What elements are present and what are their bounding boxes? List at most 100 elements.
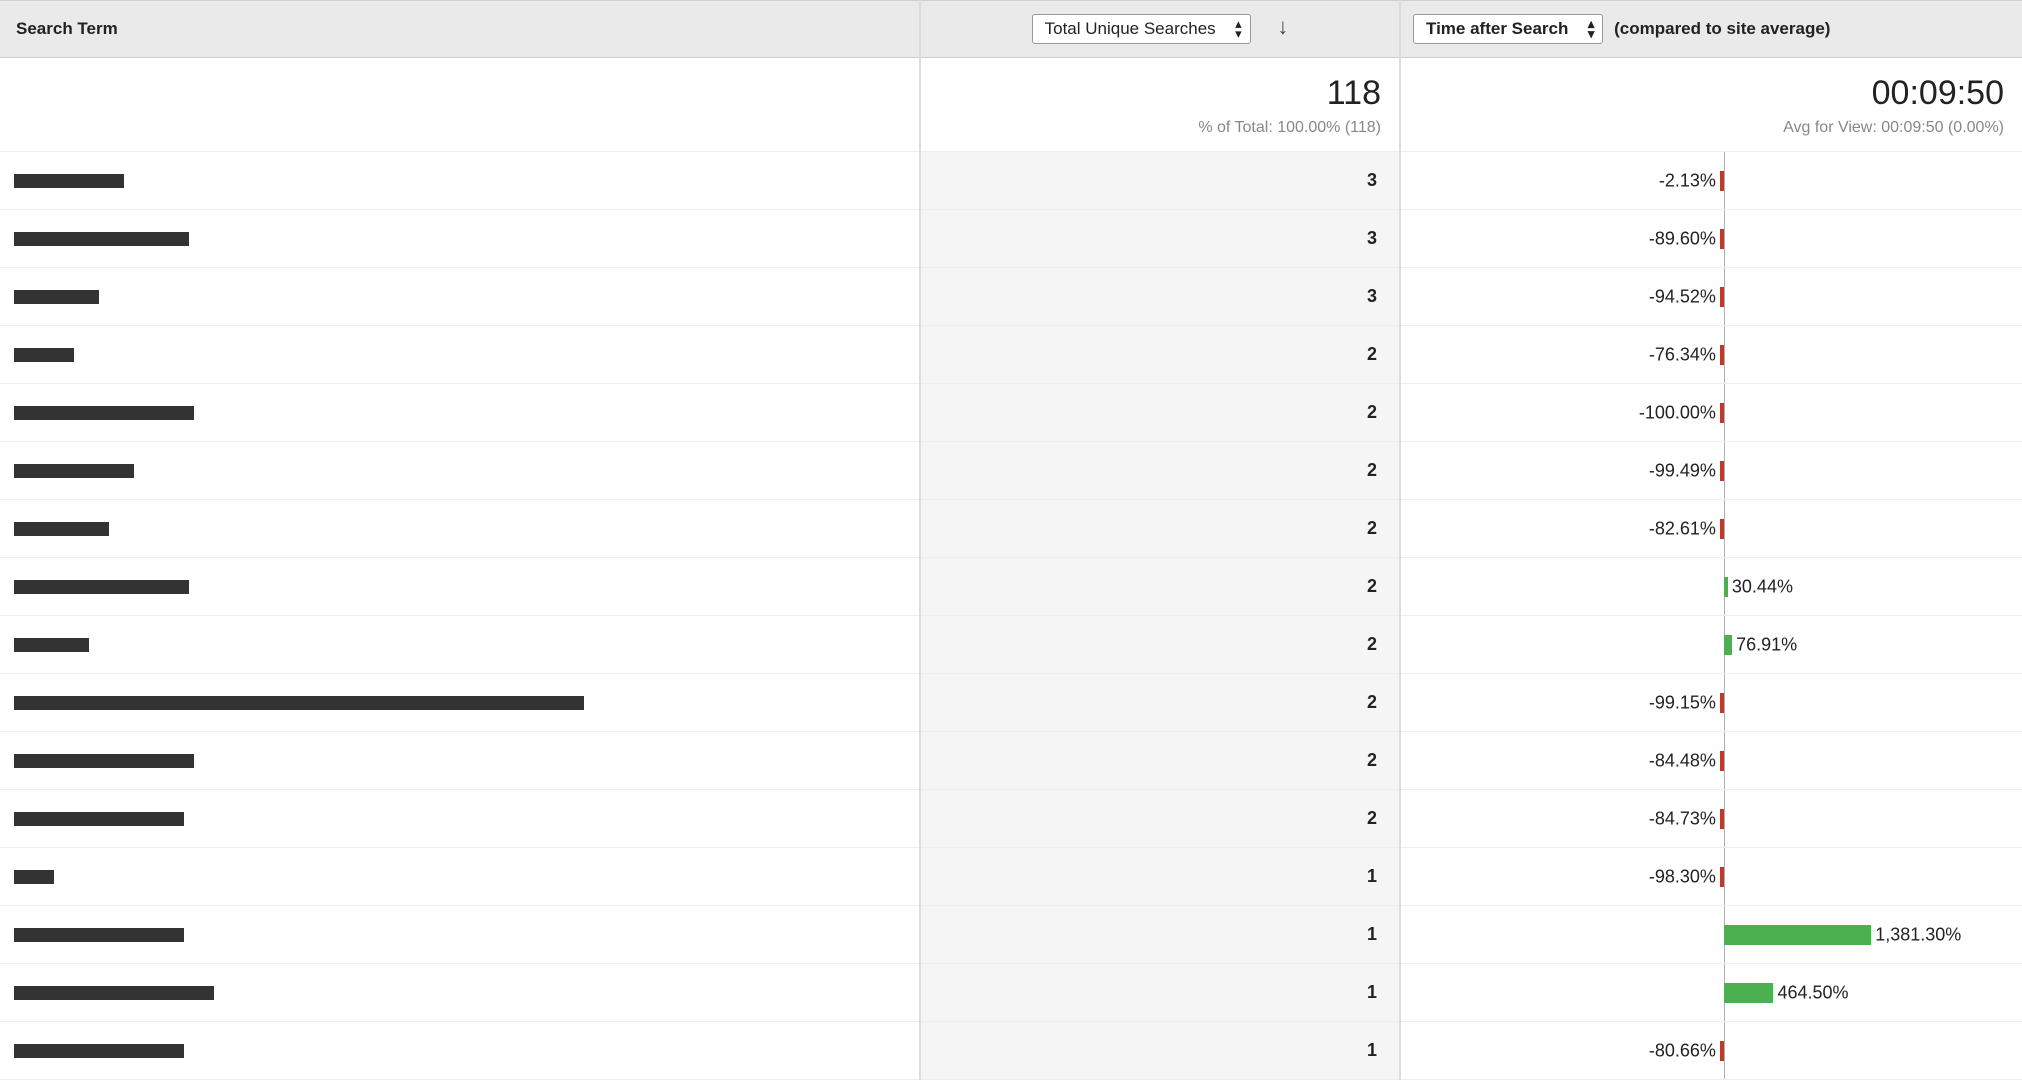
axis-line	[1724, 848, 1725, 905]
comparison-value: -99.49%	[1649, 460, 1716, 481]
comparison-value: -84.48%	[1649, 750, 1716, 771]
axis-line	[1724, 442, 1725, 499]
comparison-bar-cell: -98.30%	[1401, 848, 2022, 905]
search-term-link[interactable]	[14, 928, 184, 942]
table-header-row: Search Term Total Unique Searches ▴▾ ↓ T…	[0, 1, 2022, 58]
comparison-bar-negative	[1720, 1041, 1724, 1061]
table-row: 2 -99.49%	[0, 442, 2022, 500]
axis-line	[1724, 210, 1725, 267]
comparison-bar-negative	[1720, 229, 1724, 249]
comparison-value: -100.00%	[1639, 402, 1716, 423]
chevron-updown-icon: ▴▾	[1588, 19, 1595, 39]
unique-search-count: 1	[920, 906, 1400, 964]
unique-search-count: 2	[920, 326, 1400, 384]
table-row: 1 1,381.30%	[0, 906, 2022, 964]
comparison-bar-cell: -84.48%	[1401, 732, 2022, 789]
table-row: 1464.50%	[0, 964, 2022, 1022]
search-term-link[interactable]	[14, 290, 99, 304]
table-row: 2 30.44%	[0, 558, 2022, 616]
search-term-link[interactable]	[14, 232, 189, 246]
table-row: 2 -76.34%	[0, 326, 2022, 384]
search-term-link[interactable]	[14, 638, 89, 652]
comparison-value: -2.13%	[1659, 170, 1716, 191]
unique-search-count: 3	[920, 210, 1400, 268]
avg-time-value: 00:09:50	[1419, 74, 2004, 113]
unique-search-count: 2	[920, 500, 1400, 558]
metric-select-label: Total Unique Searches	[1045, 19, 1216, 38]
sort-descending-icon[interactable]: ↓	[1277, 14, 1288, 40]
axis-line	[1724, 268, 1725, 325]
search-term-link[interactable]	[14, 406, 194, 420]
unique-search-count: 3	[920, 152, 1400, 210]
comparison-value: 30.44%	[1732, 576, 1793, 597]
total-searches-value: 118	[939, 74, 1381, 113]
summary-row: 118 % of Total: 100.00% (118) 00:09:50 A…	[0, 58, 2022, 152]
axis-line	[1724, 500, 1725, 557]
comparison-value: 464.50%	[1777, 982, 1848, 1003]
axis-line	[1724, 326, 1725, 383]
comparison-value: 1,381.30%	[1875, 924, 1961, 945]
comparison-bar-negative	[1720, 171, 1724, 191]
comparison-bar-negative	[1720, 867, 1724, 887]
search-term-link[interactable]	[14, 522, 109, 536]
comparison-bar-negative	[1720, 345, 1724, 365]
comparison-bar-cell: 76.91%	[1401, 616, 2022, 673]
comparison-bar-cell: -76.34%	[1401, 326, 2022, 383]
axis-line	[1724, 732, 1725, 789]
comparison-bar-positive	[1724, 925, 1871, 945]
comparison-bar-cell: -89.60%	[1401, 210, 2022, 267]
total-searches-sub: % of Total: 100.00% (118)	[939, 119, 1381, 137]
table-row: 1 -98.30%	[0, 848, 2022, 906]
comparison-bar-cell: 464.50%	[1401, 964, 2022, 1021]
comparison-bar-cell: -2.13%	[1401, 152, 2022, 209]
search-term-link[interactable]	[14, 1044, 184, 1058]
unique-search-count: 2	[920, 732, 1400, 790]
metric-select[interactable]: Total Unique Searches ▴▾	[1032, 14, 1251, 44]
axis-line	[1724, 384, 1725, 441]
table-row: 2 -84.48%	[0, 732, 2022, 790]
comparison-bar-cell: -82.61%	[1401, 500, 2022, 557]
table-row: 2 -82.61%	[0, 500, 2022, 558]
unique-search-count: 3	[920, 268, 1400, 326]
search-term-link[interactable]	[14, 696, 584, 710]
comparison-bar-negative	[1720, 751, 1724, 771]
unique-search-count: 2	[920, 790, 1400, 848]
unique-search-count: 2	[920, 674, 1400, 732]
chevron-updown-icon: ▴▾	[1235, 19, 1242, 39]
comparison-bar-cell: -99.49%	[1401, 442, 2022, 499]
column-header-search-term[interactable]: Search Term	[0, 1, 920, 58]
comparison-select[interactable]: Time after Search ▴▾	[1413, 14, 1603, 44]
search-term-link[interactable]	[14, 464, 134, 478]
unique-search-count: 2	[920, 558, 1400, 616]
comparison-bar-negative	[1720, 693, 1724, 713]
unique-search-count: 1	[920, 1022, 1400, 1080]
axis-line	[1724, 674, 1725, 731]
axis-line	[1724, 152, 1725, 209]
table-row: 3-94.52%	[0, 268, 2022, 326]
search-term-link[interactable]	[14, 580, 189, 594]
unique-search-count: 2	[920, 442, 1400, 500]
search-terms-table: Search Term Total Unique Searches ▴▾ ↓ T…	[0, 0, 2022, 1080]
comparison-value: -98.30%	[1649, 866, 1716, 887]
comparison-value: -76.34%	[1649, 344, 1716, 365]
search-term-link[interactable]	[14, 348, 74, 362]
comparison-value: -80.66%	[1649, 1040, 1716, 1061]
table-row: 2-100.00%	[0, 384, 2022, 442]
table-row: 3 -2.13%	[0, 152, 2022, 210]
comparison-value: -99.15%	[1649, 692, 1716, 713]
comparison-value: -84.73%	[1649, 808, 1716, 829]
table-row: 276.91%	[0, 616, 2022, 674]
search-term-link[interactable]	[14, 754, 194, 768]
search-term-link[interactable]	[14, 870, 54, 884]
comparison-bar-cell: -100.00%	[1401, 384, 2022, 441]
search-term-link[interactable]	[14, 812, 184, 826]
comparison-bar-positive	[1724, 577, 1728, 597]
unique-search-count: 1	[920, 848, 1400, 906]
avg-time-sub: Avg for View: 00:09:50 (0.00%)	[1419, 119, 2004, 137]
comparison-bar-cell: -80.66%	[1401, 1022, 2022, 1079]
table-row: 2 -99.15%	[0, 674, 2022, 732]
comparison-value: -82.61%	[1649, 518, 1716, 539]
search-term-link[interactable]	[14, 986, 214, 1000]
comparison-bar-cell: 1,381.30%	[1401, 906, 2022, 963]
search-term-link[interactable]	[14, 174, 124, 188]
